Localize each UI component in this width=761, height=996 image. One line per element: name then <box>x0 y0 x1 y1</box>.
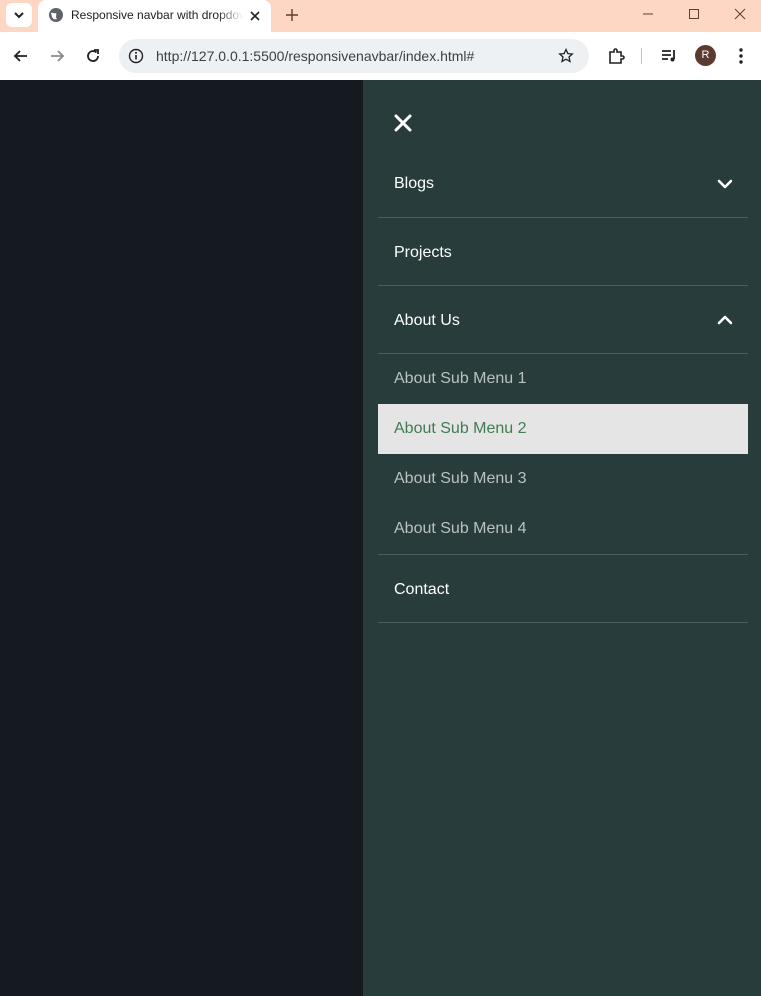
nav-close-button[interactable] <box>393 113 413 133</box>
star-icon <box>558 48 574 63</box>
submenu-item-label: About Sub Menu 3 <box>394 470 527 487</box>
close-icon <box>250 11 260 21</box>
kebab-menu-icon <box>739 48 743 64</box>
nav-item-about-us[interactable]: About Us <box>378 286 748 354</box>
submenu-item-4[interactable]: About Sub Menu 4 <box>378 504 748 554</box>
close-icon <box>734 8 746 20</box>
tab-title: Responsive navbar with dropdown menu <box>71 8 243 22</box>
submenu-item-label: About Sub Menu 4 <box>394 520 527 537</box>
chevron-up-icon <box>716 313 734 327</box>
arrow-left-icon <box>13 50 27 62</box>
chevron-down-icon <box>14 12 24 19</box>
submenu-item-2[interactable]: About Sub Menu 2 <box>378 404 748 454</box>
maximize-button[interactable] <box>671 0 717 28</box>
toolbar-divider <box>641 48 642 64</box>
nav-item-projects[interactable]: Projects <box>378 218 748 286</box>
about-submenu: About Sub Menu 1 About Sub Menu 2 About … <box>378 354 748 555</box>
window-close-button[interactable] <box>717 0 761 28</box>
page-overlay[interactable] <box>0 80 363 996</box>
page-viewport: Blogs Projects About Us About Sub Menu 1 <box>0 80 761 996</box>
reload-icon <box>87 49 99 62</box>
browser-titlebar: Responsive navbar with dropdown menu <box>0 0 761 32</box>
new-tab-button[interactable] <box>282 5 302 25</box>
minimize-button[interactable] <box>625 0 671 28</box>
mobile-nav-drawer: Blogs Projects About Us About Sub Menu 1 <box>363 80 761 996</box>
menu-button[interactable] <box>729 44 753 68</box>
nav-item-label: Contact <box>394 581 450 598</box>
nav-item-contact[interactable]: Contact <box>378 555 748 623</box>
plus-icon <box>286 9 298 21</box>
maximize-icon <box>689 9 699 19</box>
minimize-icon <box>643 13 653 15</box>
nav-item-label: About Us <box>394 312 460 329</box>
submenu-item-3[interactable]: About Sub Menu 3 <box>378 454 748 504</box>
reload-button[interactable] <box>81 44 105 68</box>
url-text[interactable]: http://127.0.0.1:5500/responsivenavbar/i… <box>156 48 474 64</box>
submenu-item-label: About Sub Menu 2 <box>394 420 527 437</box>
globe-icon <box>49 8 63 22</box>
nav-item-blogs[interactable]: Blogs <box>378 150 748 218</box>
puzzle-icon <box>609 48 625 64</box>
address-bar[interactable]: http://127.0.0.1:5500/responsivenavbar/i… <box>119 39 589 73</box>
extensions-button[interactable] <box>604 44 628 68</box>
forward-button[interactable] <box>45 44 69 68</box>
browser-toolbar: http://127.0.0.1:5500/responsivenavbar/i… <box>0 32 761 81</box>
browser-tab[interactable]: Responsive navbar with dropdown menu <box>38 0 271 32</box>
nav-menu: Blogs Projects About Us About Sub Menu 1 <box>378 150 748 623</box>
submenu-item-label: About Sub Menu 1 <box>394 370 527 387</box>
submenu-item-1[interactable]: About Sub Menu 1 <box>378 354 748 404</box>
tab-close-button[interactable] <box>247 8 263 24</box>
arrow-right-icon <box>51 50 65 62</box>
close-icon <box>394 114 412 132</box>
profile-avatar[interactable]: R <box>695 45 716 66</box>
back-button[interactable] <box>9 44 33 68</box>
media-control-button[interactable] <box>657 44 681 68</box>
info-icon[interactable] <box>127 47 145 65</box>
playlist-icon <box>662 50 675 62</box>
bookmark-star-button[interactable] <box>557 47 575 65</box>
nav-item-label: Projects <box>394 244 452 261</box>
chevron-down-icon <box>716 177 734 191</box>
nav-item-label: Blogs <box>394 175 435 192</box>
tab-search-button[interactable] <box>6 3 32 27</box>
